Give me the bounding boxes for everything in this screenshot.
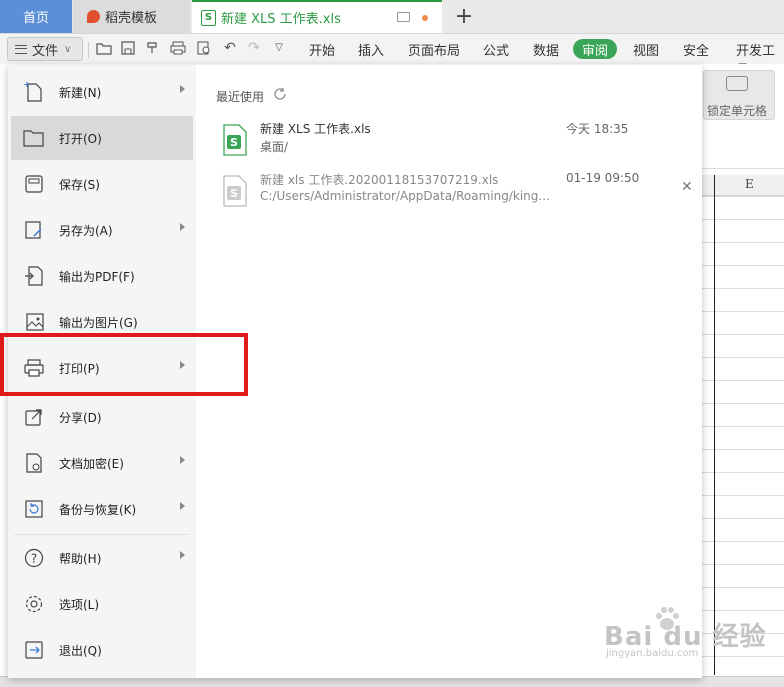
- backup-icon: [23, 498, 45, 520]
- recent-file-name: 新建 XLS 工作表.xls: [260, 122, 371, 136]
- menu-item-new[interactable]: 新建(N): [11, 70, 193, 114]
- tab-view[interactable]: 视图: [633, 40, 659, 59]
- recent-file-name: 新建 xls 工作表.20200118153707219.xls: [260, 173, 499, 187]
- tab-template-label: 稻壳模板: [105, 11, 158, 26]
- tab-data[interactable]: 数据: [533, 40, 559, 59]
- save-as-icon: [23, 219, 45, 241]
- column-border: [714, 175, 715, 675]
- menu-item-encrypt[interactable]: 文档加密(E): [11, 441, 193, 485]
- undo-icon[interactable]: ↶: [222, 40, 238, 56]
- spreadsheet-file-icon: S: [222, 124, 248, 156]
- tab-home[interactable]: 首页: [0, 0, 72, 33]
- recent-files-title: 最近使用: [216, 90, 265, 104]
- hamburger-icon: [15, 44, 27, 54]
- lock-icon: [726, 76, 748, 91]
- menu-item-label: 退出(Q): [59, 643, 102, 658]
- tab-insert[interactable]: 插入: [358, 40, 384, 59]
- share-icon: [23, 406, 45, 428]
- svg-text:S: S: [230, 136, 238, 149]
- tab-page-layout[interactable]: 页面布局: [408, 40, 460, 59]
- tab-start[interactable]: 开始: [309, 40, 335, 59]
- print-icon[interactable]: [170, 40, 186, 56]
- menu-item-save-as[interactable]: 另存为(A): [11, 208, 193, 252]
- customize-dropdown-icon[interactable]: ▽: [271, 40, 287, 56]
- menu-item-label: 打开(O): [59, 131, 102, 146]
- tab-document[interactable]: S 新建 XLS 工作表.xls: [192, 0, 442, 33]
- tab-formula[interactable]: 公式: [483, 40, 509, 59]
- submenu-arrow-icon: [180, 502, 185, 510]
- menu-item-label: 文档加密(E): [59, 456, 124, 471]
- remove-recent-close-icon[interactable]: ✕: [681, 179, 693, 195]
- spreadsheet-icon: S: [201, 9, 216, 26]
- recent-file-time: 今天 18:35: [566, 122, 629, 136]
- menu-item-label: 保存(S): [59, 177, 100, 192]
- recent-file-path: C:/Users/Administrator/AppData/Roaming/k…: [260, 189, 550, 203]
- image-export-icon: [23, 311, 45, 333]
- new-file-icon: [23, 81, 45, 103]
- tab-template[interactable]: 稻壳模板: [73, 0, 190, 33]
- formula-bar[interactable]: [702, 140, 784, 169]
- file-menu-label: 文件: [32, 43, 59, 59]
- tab-home-label: 首页: [22, 11, 49, 26]
- svg-text:S: S: [230, 187, 238, 200]
- spreadsheet-file-icon: S: [222, 175, 248, 207]
- tab-review[interactable]: 审阅: [573, 39, 617, 59]
- menu-item-label: 另存为(A): [59, 223, 113, 238]
- print-preview-icon[interactable]: [196, 40, 212, 56]
- ribbon-menu-row: 文件 ∨ ↶ ↷ ▽ 开始 插入 页面布局 公式 数据 审阅 视图 安全 开发工…: [0, 34, 784, 78]
- tab-security[interactable]: 安全: [683, 40, 709, 59]
- submenu-arrow-icon: [180, 456, 185, 464]
- folder-open-icon: [23, 127, 45, 149]
- redo-icon[interactable]: ↷: [246, 40, 262, 56]
- menu-item-export-pdf[interactable]: 输出为PDF(F): [11, 254, 193, 298]
- menu-item-label: 帮助(H): [59, 551, 102, 566]
- menu-item-label: 分享(D): [59, 410, 102, 425]
- toolbar-divider: [88, 42, 89, 58]
- encrypt-icon: [23, 452, 45, 474]
- lock-cell-label: 锁定单元格: [707, 104, 768, 118]
- recent-file-item[interactable]: S 新建 xls 工作表.20200118153707219.xls C:/Us…: [216, 171, 693, 211]
- recent-file-path: 桌面/: [260, 140, 289, 154]
- recent-file-time: 01-19 09:50: [566, 171, 640, 185]
- menu-item-share[interactable]: 分享(D): [11, 395, 193, 439]
- tab-document-label: 新建 XLS 工作表.xls: [221, 12, 341, 27]
- exit-icon: [23, 639, 45, 661]
- monitor-icon[interactable]: [397, 12, 410, 22]
- settings-icon: [23, 593, 45, 615]
- save-icon: [23, 173, 45, 195]
- menu-item-open[interactable]: 打开(O): [11, 116, 193, 160]
- help-icon: ?: [23, 547, 45, 569]
- highlight-box: [0, 333, 248, 396]
- watermark-url: jingyan.baidu.com: [606, 648, 699, 659]
- add-tab-button[interactable]: +: [452, 0, 476, 33]
- submenu-arrow-icon: [180, 85, 185, 93]
- recent-file-item[interactable]: S 新建 XLS 工作表.xls 桌面/ 今天 18:35: [216, 120, 692, 160]
- menu-item-label: 新建(N): [59, 85, 102, 100]
- title-tab-bar: 首页 稻壳模板 S 新建 XLS 工作表.xls +: [0, 0, 784, 34]
- column-header-e[interactable]: E: [745, 177, 754, 191]
- submenu-arrow-icon: [180, 223, 185, 231]
- menu-item-help[interactable]: ? 帮助(H): [11, 536, 193, 580]
- svg-text:?: ?: [31, 552, 37, 566]
- menu-item-label: 备份与恢复(K): [59, 502, 137, 517]
- menu-item-label: 输出为图片(G): [59, 315, 138, 330]
- file-menu-button[interactable]: 文件 ∨: [7, 37, 83, 61]
- menu-item-options[interactable]: 选项(L): [11, 582, 193, 626]
- chevron-down-icon: ∨: [64, 43, 72, 55]
- pdf-export-icon: [23, 265, 45, 287]
- docer-logo-icon: [87, 10, 100, 23]
- unsaved-dot-icon: [422, 15, 428, 21]
- menu-item-exit[interactable]: 退出(Q): [11, 628, 193, 672]
- submenu-arrow-icon: [180, 551, 185, 559]
- menu-item-label: 选项(L): [59, 597, 100, 612]
- menu-item-label: 输出为PDF(F): [59, 269, 135, 284]
- format-painter-icon[interactable]: [145, 40, 161, 56]
- menu-item-backup[interactable]: 备份与恢复(K): [11, 487, 193, 531]
- save-icon[interactable]: [120, 40, 136, 56]
- open-folder-icon[interactable]: [96, 40, 112, 56]
- refresh-icon[interactable]: [273, 87, 287, 101]
- menu-divider: [14, 534, 190, 535]
- menu-item-save[interactable]: 保存(S): [11, 162, 193, 206]
